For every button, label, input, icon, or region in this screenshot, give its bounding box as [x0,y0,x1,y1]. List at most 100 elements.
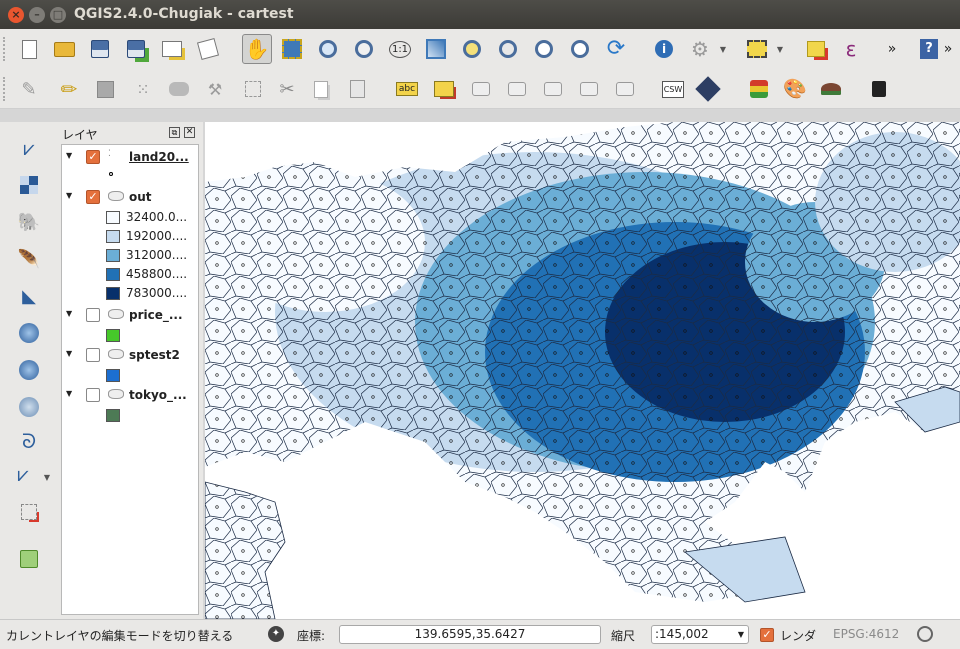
node-tool-button[interactable]: ⚒ [202,76,228,102]
layer-row-sptest2[interactable]: ▼ sptest2 [62,346,198,366]
map-canvas[interactable] [205,122,960,619]
cut-features-button[interactable]: ✂ [274,76,300,102]
layer-row-land[interactable]: ▼ ✓ ⁚ land20... [62,148,198,168]
close-panel-button[interactable]: ✕ [184,127,195,138]
float-panel-button[interactable]: ⧉ [169,127,180,138]
help-button[interactable]: ? [916,36,942,62]
zoom-actual-icon: 1:1 [388,40,412,58]
layer-name[interactable]: sptest2 [129,348,180,362]
crs-status-button[interactable]: EPSG:4612 [833,627,899,641]
deselect-button[interactable] [803,36,829,62]
pan-button[interactable]: ✋ [242,34,272,64]
copy-features-button[interactable] [308,76,334,102]
add-wms-layer-button[interactable] [16,320,42,346]
new-layer-dropdown[interactable]: ▼ [40,464,54,490]
composer-manager-button[interactable] [195,36,221,62]
layer-visibility-checkbox[interactable] [86,308,100,322]
layer-labeling-button[interactable] [431,76,457,102]
layer-name[interactable]: out [129,190,152,204]
messages-icon[interactable]: ✦ [268,626,284,642]
zoom-in-button[interactable] [315,36,341,62]
toolbar-grip[interactable] [3,37,7,61]
action-dropdown[interactable]: ▼ [716,36,730,62]
zoom-out-button[interactable] [351,36,377,62]
terrain-button[interactable] [818,76,844,102]
paste-features-button[interactable] [344,76,370,102]
add-spatialite-layer-button[interactable]: 🪶 [16,246,42,272]
label-button[interactable]: abc [394,76,420,102]
save-edits-button[interactable] [92,76,118,102]
new-print-composer-button[interactable] [159,36,185,62]
zoom-actual-button[interactable]: 1:1 [387,36,413,62]
expand-arrow-icon[interactable]: ▼ [66,309,72,318]
gps-button[interactable] [746,76,772,102]
close-window-button[interactable]: × [8,7,24,23]
add-postgis-layer-button[interactable]: 🐘 [16,209,42,235]
render-checkbox[interactable]: ✓ [760,628,774,642]
action-button[interactable]: ⚙ [687,36,713,62]
open-project-button[interactable] [51,36,77,62]
delete-selected-button[interactable] [240,76,266,102]
identify-button[interactable]: i [651,36,677,62]
move-feature-button[interactable] [166,76,192,102]
python-console-button[interactable] [866,76,892,102]
csw-button[interactable]: CSW [660,76,686,102]
remove-layer-button[interactable] [16,499,42,525]
minimize-window-button[interactable]: – [29,7,45,23]
select-dropdown[interactable]: ▼ [773,36,787,62]
select-button[interactable] [744,36,770,62]
add-wcs-layer-button[interactable] [16,357,42,383]
pan-to-selection-button[interactable] [279,36,305,62]
layer-name[interactable]: tokyo_... [129,388,187,402]
zoom-selection-button[interactable] [459,36,485,62]
expand-arrow-icon[interactable]: ▼ [66,389,72,398]
new-gpx-button[interactable] [16,546,42,572]
zoom-layer-button[interactable] [495,36,521,62]
add-wfs-layer-button[interactable] [16,394,42,420]
move-label-button[interactable] [540,76,566,102]
save-as-button[interactable] [123,36,149,62]
expand-arrow-icon[interactable]: ▼ [66,349,72,358]
georeferencer-button[interactable] [695,76,721,102]
change-label-button[interactable] [612,76,638,102]
add-delimited-text-icon: ᘐ [21,429,37,453]
layer-visibility-checkbox[interactable] [86,348,100,362]
layer-row-price[interactable]: ▼ price_... [62,306,198,326]
layer-row-tokyo[interactable]: ▼ tokyo_... [62,386,198,406]
refresh-button[interactable]: ⟳ [603,36,629,62]
toolbar-grip[interactable] [3,77,7,101]
layer-name[interactable]: land20... [129,150,189,164]
add-feature-button[interactable]: ⁙ [130,76,156,102]
maximize-window-button[interactable]: □ [50,7,66,23]
add-raster-layer-button[interactable] [16,172,42,198]
new-project-button[interactable] [16,36,42,62]
layer-visibility-checkbox[interactable]: ✓ [86,150,100,164]
coordinate-field[interactable]: 139.6595,35.6427 [339,625,601,644]
crs-globe-icon[interactable] [917,626,933,642]
add-mssql-layer-button[interactable]: ◣ [16,283,42,309]
add-vector-layer-button[interactable]: ⩗ [16,135,42,161]
expand-arrow-icon[interactable]: ▼ [66,151,72,160]
expand-arrow-icon[interactable]: ▼ [66,191,72,200]
toolbar-overflow-button-2[interactable]: » [940,36,956,62]
show-hide-labels-button[interactable] [504,76,530,102]
zoom-full-button[interactable] [423,36,449,62]
voronoi-map[interactable] [205,122,960,619]
save-project-button[interactable] [87,36,113,62]
current-edits-button[interactable]: ✎ [16,76,42,102]
zoom-last-button[interactable] [531,36,557,62]
new-shapefile-button[interactable]: ⩗ [10,461,36,487]
expression-button[interactable]: ε [838,36,864,62]
toolbar-overflow-button[interactable]: » [884,36,900,62]
toggle-editing-button[interactable]: ✏ [56,76,82,102]
zoom-next-button[interactable] [567,36,593,62]
add-delimited-text-button[interactable]: ᘐ [16,428,42,454]
style-button[interactable]: 🎨 [782,76,808,102]
layer-visibility-checkbox[interactable]: ✓ [86,190,100,204]
layer-row-out[interactable]: ▼ ✓ out [62,188,198,208]
scale-combobox[interactable]: :145,002 ▼ [651,625,749,644]
layer-visibility-checkbox[interactable] [86,388,100,402]
pin-labels-button[interactable] [468,76,494,102]
rotate-label-button[interactable] [576,76,602,102]
layer-name[interactable]: price_... [129,308,183,322]
